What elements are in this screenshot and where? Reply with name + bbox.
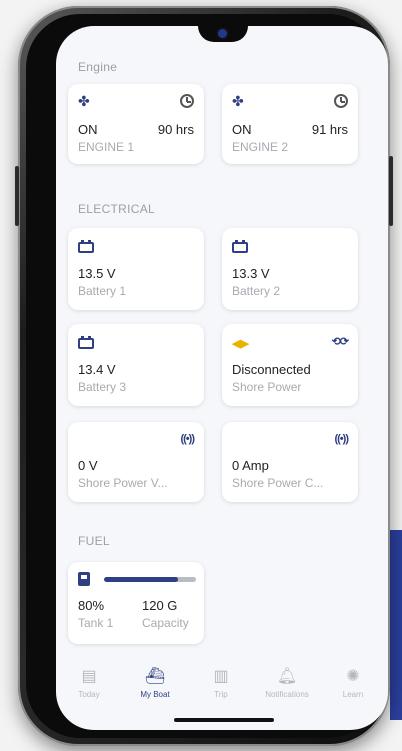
fuel-level-bar <box>104 577 196 582</box>
battery-2-card[interactable]: 13.3 V Battery 2 <box>222 228 358 310</box>
engine-name: ENGINE 1 <box>78 140 135 154</box>
clock-icon <box>180 94 194 108</box>
bell-icon: 🔔︎ <box>276 668 298 685</box>
engine-hours: 91 hrs <box>311 122 348 137</box>
camera-icon <box>218 29 227 38</box>
shore-voltage-label: Shore Power V... <box>78 476 168 490</box>
section-electrical: ELECTRICAL <box>78 202 156 216</box>
shore-voltage-value: 0 V <box>78 458 98 473</box>
shore-power-current-card[interactable]: ((•)) 0 Amp Shore Power C... <box>222 422 358 502</box>
engine-status: ON <box>232 122 252 137</box>
engine-1-card[interactable]: ✤ ON 90 hrs ENGINE 1 <box>68 84 204 164</box>
fuel-tank-label: Tank 1 <box>78 616 114 630</box>
tab-notifications[interactable]: 🔔︎ Notifications <box>254 666 320 699</box>
fuel-capacity-label: Capacity <box>142 616 189 630</box>
engine-status: ON <box>78 122 98 137</box>
shore-current-value: 0 Amp <box>232 458 269 473</box>
tab-learn[interactable]: ✺ Learn <box>320 666 386 699</box>
battery-voltage: 13.4 V <box>78 362 116 377</box>
shore-power-label: Shore Power <box>232 380 302 394</box>
tab-label: Today <box>78 690 100 699</box>
home-indicator[interactable] <box>174 718 274 722</box>
fuel-pump-icon <box>78 572 90 586</box>
bulb-icon: ✺ <box>346 668 360 685</box>
clock-icon <box>334 94 348 108</box>
shore-power-status: Disconnected <box>232 362 311 377</box>
disconnected-icon: ⟲⟳ <box>331 336 349 348</box>
signal-icon: ((•)) <box>180 433 194 445</box>
fuel-percent: 80% <box>78 598 105 613</box>
background-strip <box>390 530 402 720</box>
tab-trip[interactable]: ▥ Trip <box>188 666 254 699</box>
shore-current-label: Shore Power C... <box>232 476 324 490</box>
battery-icon <box>232 240 248 253</box>
fuel-level-fill <box>104 577 178 582</box>
battery-label: Battery 3 <box>78 380 127 394</box>
battery-voltage: 13.5 V <box>78 266 116 281</box>
section-fuel: FUEL <box>78 534 110 548</box>
tab-label: Trip <box>214 690 228 699</box>
power-button <box>389 156 393 226</box>
tab-bar: ▤ Today ⛴ My Boat ▥ Trip 🔔︎ Notification… <box>56 666 388 706</box>
engine-name: ENGINE 2 <box>232 140 289 154</box>
volume-button <box>15 166 19 226</box>
section-engine: Engine <box>78 60 118 74</box>
notch <box>198 26 248 42</box>
battery-voltage: 13.3 V <box>232 266 270 281</box>
signal-icon: ((•)) <box>334 433 348 445</box>
fan-icon: ✤ <box>78 93 90 109</box>
boat-icon: ⛴ <box>144 668 166 685</box>
tab-today[interactable]: ▤ Today <box>56 666 122 699</box>
battery-label: Battery 1 <box>78 284 127 298</box>
tab-label: Learn <box>342 690 364 699</box>
fuel-tank-card[interactable]: 80% Tank 1 120 G Capacity <box>68 562 204 644</box>
engine-hours: 90 hrs <box>157 122 194 137</box>
app-screen: Engine ✤ ON 90 hrs ENGINE 1 ✤ ON 91 hrs … <box>56 26 388 730</box>
battery-icon <box>78 240 94 253</box>
shore-power-card[interactable]: ◀▶ ⟲⟳ Disconnected Shore Power <box>222 324 358 406</box>
fan-icon: ✤ <box>232 93 244 109</box>
tab-my-boat[interactable]: ⛴ My Boat <box>122 666 188 699</box>
battery-icon <box>78 336 94 349</box>
engine-2-card[interactable]: ✤ ON 91 hrs ENGINE 2 <box>222 84 358 164</box>
battery-3-card[interactable]: 13.4 V Battery 3 <box>68 324 204 406</box>
shore-power-voltage-card[interactable]: ((•)) 0 V Shore Power V... <box>68 422 204 502</box>
today-icon: ▤ <box>81 668 97 685</box>
battery-1-card[interactable]: 13.5 V Battery 1 <box>68 228 204 310</box>
plug-icon: ◀▶ <box>232 338 249 350</box>
map-icon: ▥ <box>213 668 229 685</box>
fuel-capacity: 120 G <box>142 598 178 613</box>
tab-label: My Boat <box>140 690 170 699</box>
tab-label: Notifications <box>265 690 309 699</box>
battery-label: Battery 2 <box>232 284 281 298</box>
